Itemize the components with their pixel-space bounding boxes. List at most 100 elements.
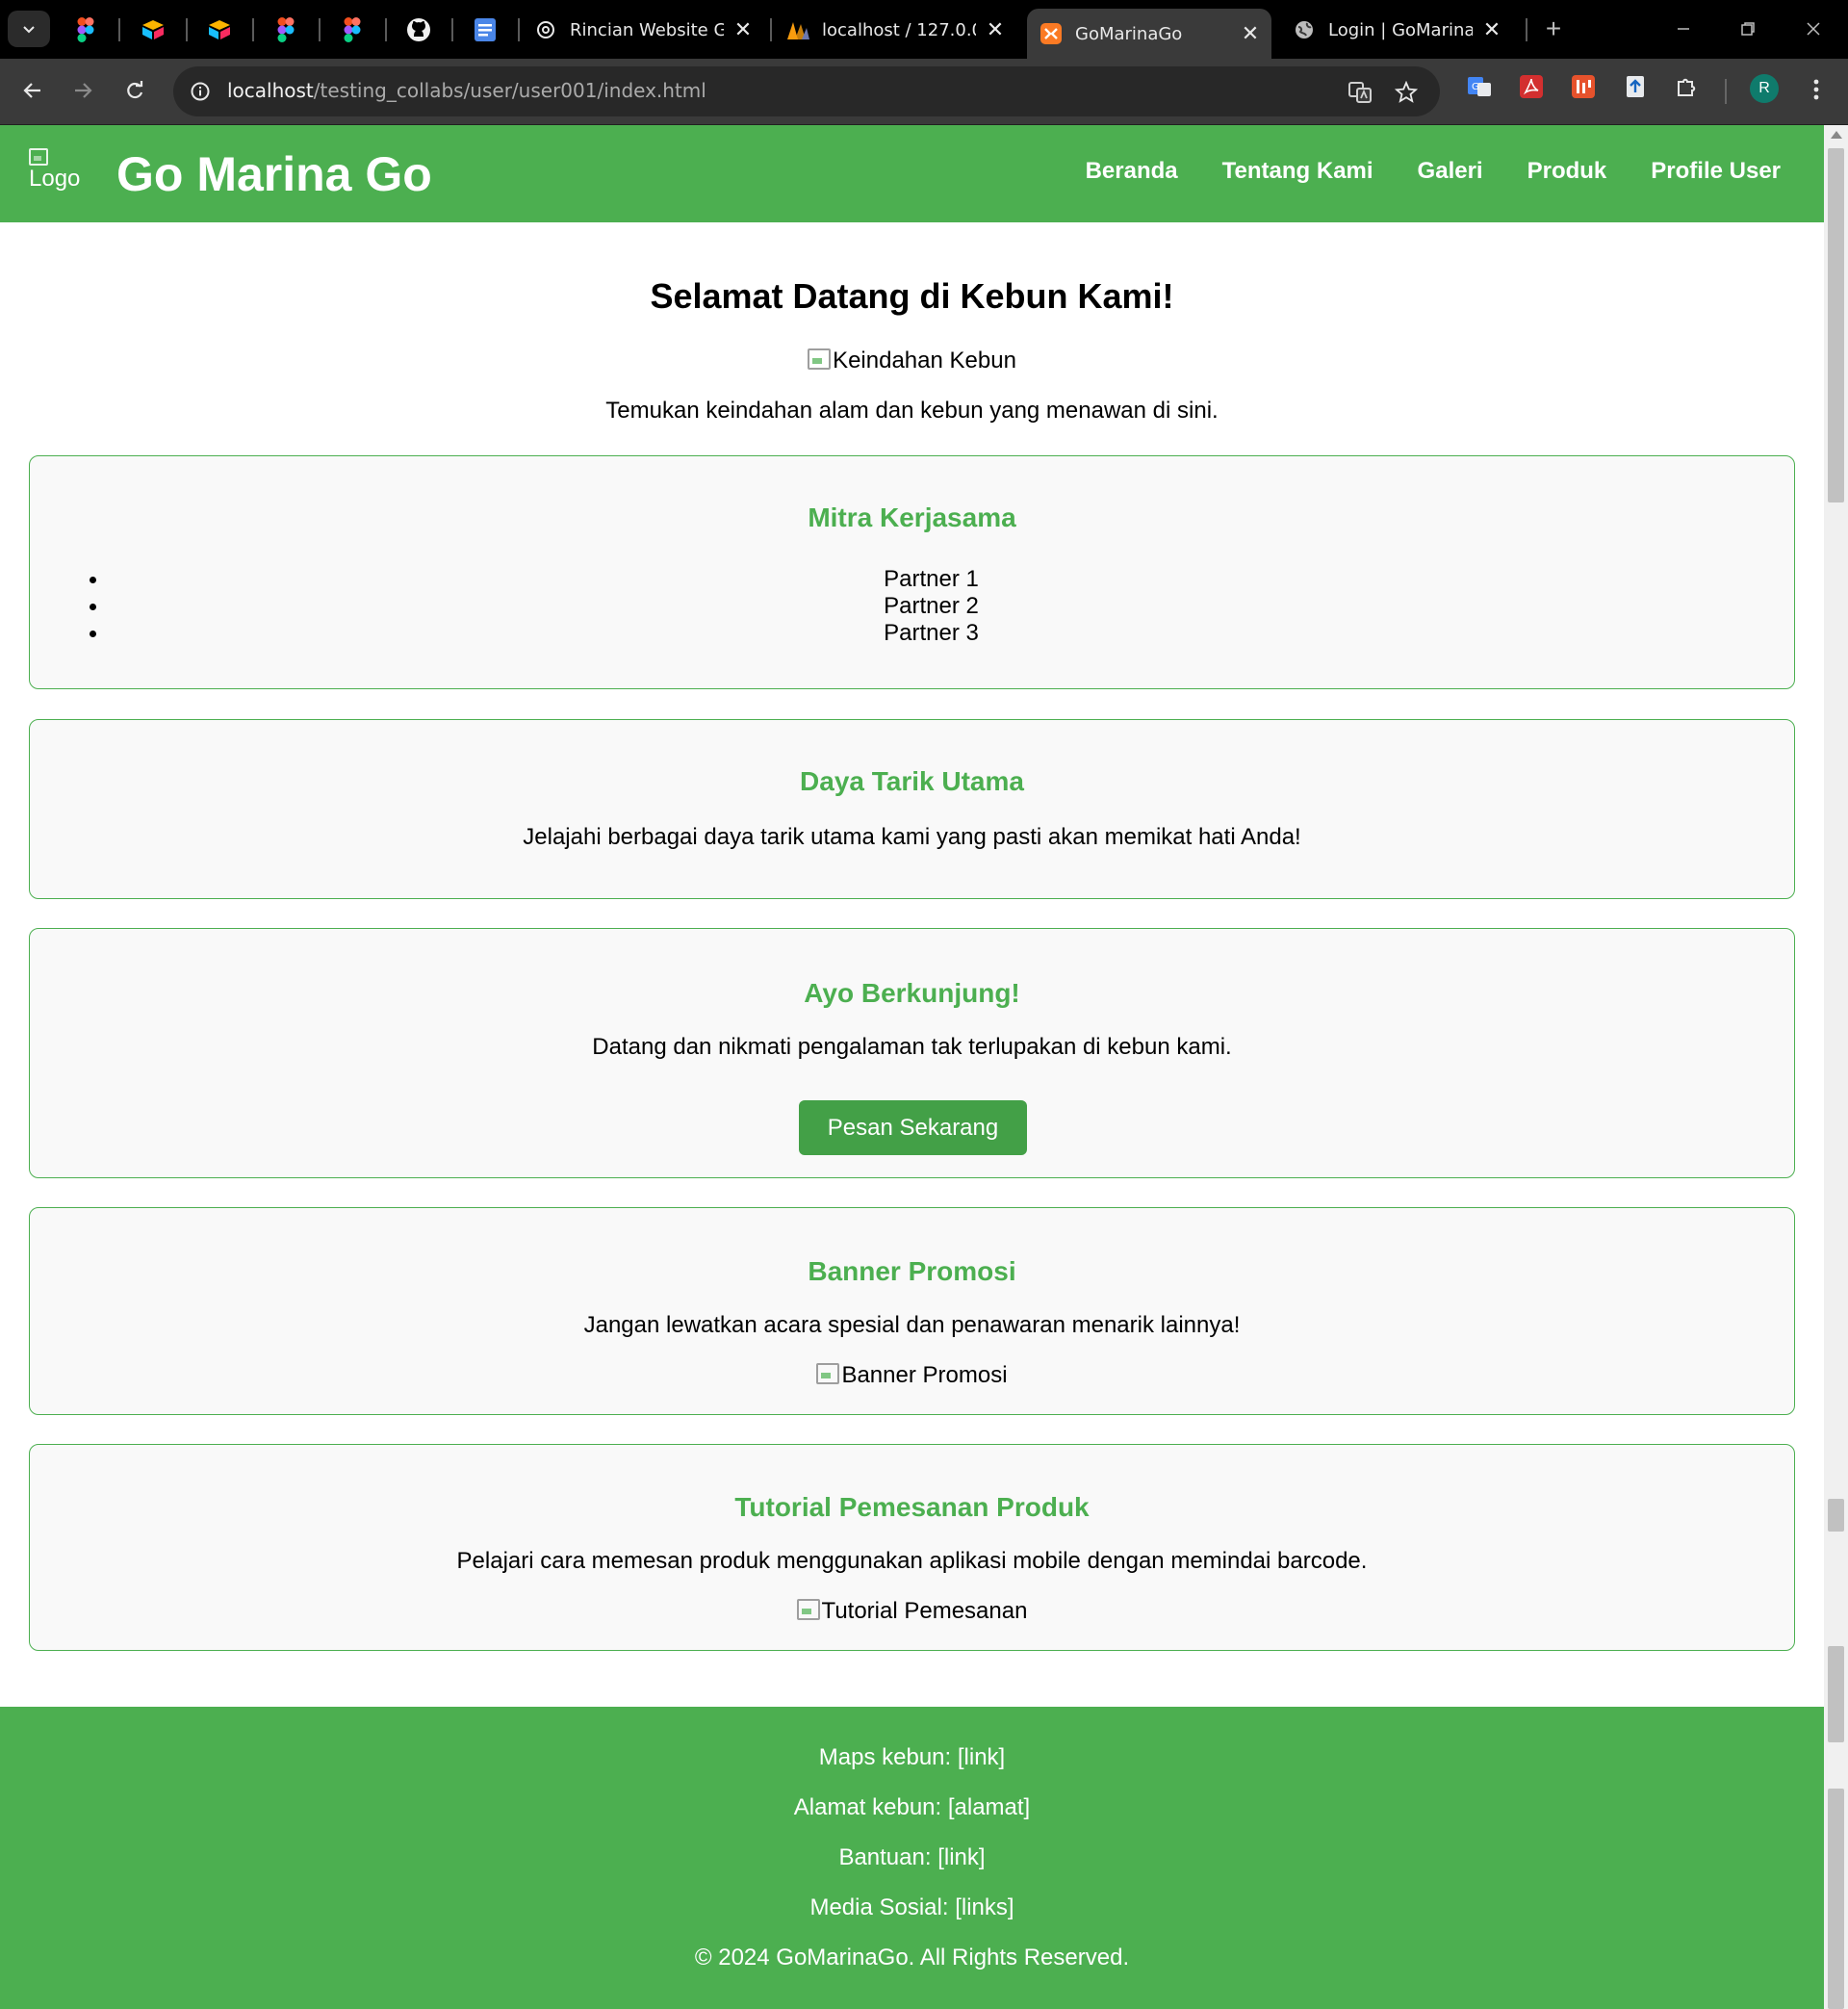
partner-name: Partner 2 xyxy=(884,593,979,619)
section-mitra-kerjasama: Mitra Kerjasama Partner 1 Partner 2 Part… xyxy=(29,455,1795,689)
site-info-icon[interactable] xyxy=(187,78,214,105)
address-bar[interactable]: localhost/testing_collabs/user/user001/i… xyxy=(173,66,1440,116)
translate-icon[interactable] xyxy=(1346,78,1374,107)
hero-image-alt: Keindahan Kebun xyxy=(833,348,1016,373)
pinned-tab-figma-2[interactable] xyxy=(270,13,302,46)
pinned-tab-box-2[interactable] xyxy=(203,13,236,46)
nav-link-beranda[interactable]: Beranda xyxy=(1086,158,1178,185)
github-icon xyxy=(407,18,430,41)
tab-login[interactable]: Login | GoMarinaGo ✕ xyxy=(1292,11,1513,49)
close-window-button[interactable] xyxy=(1794,12,1833,46)
broken-image-icon xyxy=(808,348,832,370)
minimize-icon xyxy=(1678,28,1689,30)
footer-alamat: Alamat kebun: [alamat] xyxy=(793,1794,1031,1820)
tab-rincian-website[interactable]: Rincian Website Go ✕ xyxy=(533,11,764,49)
bookmark-star-icon[interactable] xyxy=(1392,78,1421,107)
partner-list: Partner 1 Partner 2 Partner 3 xyxy=(30,566,1794,647)
banner-image-alt: Banner Promosi xyxy=(841,1362,1008,1388)
close-icon[interactable]: ✕ xyxy=(1480,18,1503,42)
tab-search-button[interactable] xyxy=(8,11,50,47)
main-navigation: Beranda Tentang Kami Galeri Produk Profi… xyxy=(1086,158,1781,185)
tab-label: Login | GoMarinaGo xyxy=(1328,19,1473,40)
pinned-tab-docs[interactable] xyxy=(469,13,501,46)
section-title: Ayo Berkunjung! xyxy=(804,978,1020,1008)
pinned-tab-github[interactable] xyxy=(402,13,435,46)
url-text[interactable]: localhost/testing_collabs/user/user001/i… xyxy=(227,79,706,102)
bullet-icon xyxy=(90,631,96,637)
tab-label: Rincian Website Go xyxy=(570,19,724,40)
scroll-up-arrow-icon[interactable] xyxy=(1831,131,1842,139)
profile-avatar[interactable]: R xyxy=(1750,74,1779,103)
footer-social-links[interactable]: Media Sosial: [links] xyxy=(0,1894,1824,1921)
pdf-extension-icon[interactable] xyxy=(1517,72,1546,101)
broken-image-icon xyxy=(796,1599,820,1620)
office-extension-icon[interactable] xyxy=(1569,72,1598,101)
browser-menu-button[interactable] xyxy=(1802,72,1831,107)
page-scrollbar[interactable] xyxy=(1824,125,1848,2009)
close-icon[interactable]: ✕ xyxy=(984,18,1007,42)
pinned-tab-box-1[interactable] xyxy=(137,13,169,46)
upload-extension-icon[interactable] xyxy=(1621,72,1650,101)
tab-separator xyxy=(770,18,772,41)
close-icon[interactable]: ✕ xyxy=(732,18,755,42)
list-item: Partner 1 xyxy=(30,566,1794,593)
extensions-puzzle-icon[interactable] xyxy=(1673,72,1702,101)
pesan-sekarang-button[interactable]: Pesan Sekarang xyxy=(799,1100,1027,1155)
restore-button[interactable] xyxy=(1729,12,1767,46)
globe-icon xyxy=(1292,17,1317,42)
url-host: localhost xyxy=(227,79,314,102)
xampp-icon xyxy=(1039,21,1064,46)
figma-icon xyxy=(277,17,295,42)
tab-separator xyxy=(518,18,520,41)
forward-button[interactable] xyxy=(64,71,102,110)
scrollbar-thumb[interactable] xyxy=(1828,148,1844,502)
cube-icon xyxy=(142,20,164,39)
nav-link-galeri[interactable]: Galeri xyxy=(1418,158,1483,185)
tab-separator xyxy=(1526,18,1527,41)
nav-link-produk[interactable]: Produk xyxy=(1527,158,1607,185)
section-daya-tarik-utama: Daya Tarik Utama Jelajahi berbagai daya … xyxy=(29,719,1795,899)
new-tab-button[interactable]: + xyxy=(1534,12,1573,46)
tutorial-image-alt: Tutorial Pemesanan xyxy=(821,1598,1028,1624)
broken-image-icon xyxy=(816,1363,840,1384)
close-icon xyxy=(1807,22,1820,36)
section-text: Jelajahi berbagai daya tarik utama kami … xyxy=(523,824,1301,850)
svg-text:G: G xyxy=(1472,82,1479,92)
tab-gomarinago[interactable]: GoMarinaGo ✕ xyxy=(1027,9,1271,59)
browser-toolbar: localhost/testing_collabs/user/user001/i… xyxy=(0,59,1848,125)
google-translate-extension-icon[interactable]: G xyxy=(1465,72,1494,101)
section-banner-promosi: Banner Promosi Jangan lewatkan acara spe… xyxy=(29,1207,1795,1415)
section-text: Jangan lewatkan acara spesial dan penawa… xyxy=(583,1312,1241,1338)
section-title: Tutorial Pemesanan Produk xyxy=(734,1492,1090,1522)
logo-image[interactable]: Logo xyxy=(29,148,87,202)
arrow-right-icon xyxy=(75,83,92,98)
section-text: Pelajari cara memesan produk menggunakan… xyxy=(456,1548,1368,1574)
browser-tab-bar: Rincian Website Go ✕ localhost / 127.0.0… xyxy=(0,0,1848,59)
back-button[interactable] xyxy=(13,71,52,110)
bullet-icon xyxy=(90,577,96,583)
minimize-button[interactable] xyxy=(1664,12,1703,46)
section-tutorial-pemesanan: Tutorial Pemesanan Produk Pelajari cara … xyxy=(29,1444,1795,1651)
cube-icon xyxy=(209,20,230,39)
close-icon[interactable]: ✕ xyxy=(1239,22,1262,46)
nav-link-profile-user[interactable]: Profile User xyxy=(1651,158,1781,185)
nav-link-tentang-kami[interactable]: Tentang Kami xyxy=(1222,158,1373,185)
hero-title: Selamat Datang di Kebun Kami! xyxy=(650,276,1174,316)
bullet-icon xyxy=(90,604,96,610)
section-title: Daya Tarik Utama xyxy=(800,766,1024,796)
tab-phpmyadmin[interactable]: localhost / 127.0.0.1 ✕ xyxy=(785,11,1016,49)
scrollbar-marker xyxy=(1828,1499,1844,1532)
reload-button[interactable] xyxy=(116,71,154,110)
list-item: Partner 2 xyxy=(30,593,1794,620)
scrollbar-marker xyxy=(1828,1789,1844,2009)
tab-label: localhost / 127.0.0.1 xyxy=(822,19,976,40)
footer-maps-link[interactable]: Maps kebun: [link] xyxy=(0,1744,1824,1771)
partner-name: Partner 1 xyxy=(884,566,979,592)
pinned-tab-figma-1[interactable] xyxy=(69,13,102,46)
banner-image: Banner Promosi xyxy=(30,1362,1794,1389)
footer-bantuan-link[interactable]: Bantuan: [link] xyxy=(0,1844,1824,1871)
tab-separator xyxy=(319,18,321,41)
tab-separator xyxy=(186,18,188,41)
plus-icon: + xyxy=(1545,13,1562,43)
pinned-tab-figma-3[interactable] xyxy=(336,13,369,46)
